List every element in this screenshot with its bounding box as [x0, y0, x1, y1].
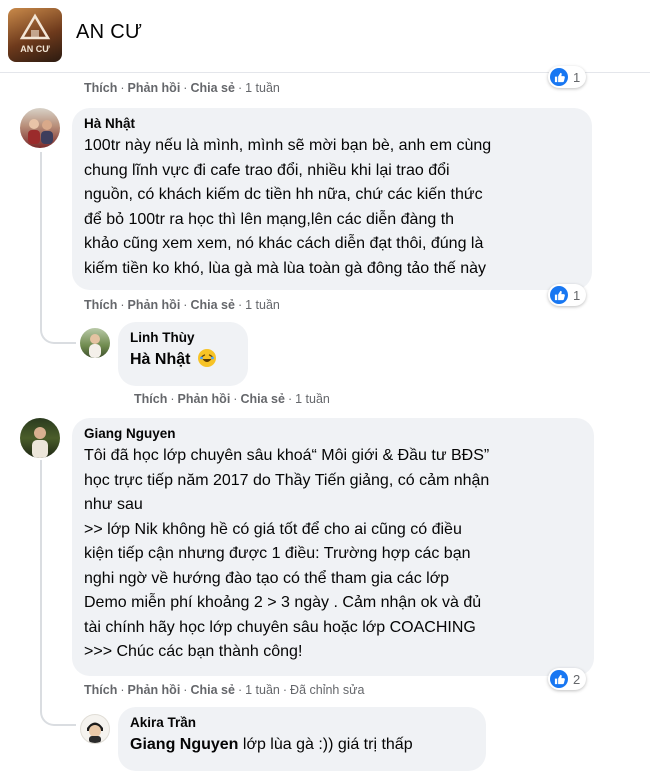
avatar[interactable] — [20, 418, 60, 458]
avatar[interactable] — [80, 714, 110, 744]
thread-line — [40, 460, 42, 710]
page-title[interactable]: AN CƯ — [76, 21, 142, 44]
share-link[interactable]: Chia sẻ — [190, 683, 234, 697]
comment-text: Tôi đã học lớp chuyên sâu khoá“ Môi giới… — [84, 447, 490, 660]
thread-branch — [40, 704, 76, 726]
like-link[interactable]: Thích — [84, 81, 117, 95]
thread-branch — [40, 322, 76, 344]
profile-photo-icon — [89, 334, 101, 358]
share-link[interactable]: Chia sẻ — [190, 298, 234, 312]
comment-bubble: Giang Nguyen Tôi đã học lớp chuyên sâu k… — [72, 418, 594, 676]
reply-link[interactable]: Phản hồi — [128, 298, 181, 312]
profile-photo-icon — [28, 119, 53, 144]
timestamp[interactable]: 1 tuần — [295, 392, 330, 406]
comment-actions: Thích · Phản hồi · Chia sẻ · 1 tuần · Đã chỉnh s… — [84, 683, 365, 697]
comment-text: 100tr này nếu là mình, mình sẽ mời bạn b… — [84, 137, 492, 277]
reaction-badge[interactable]: 2 — [548, 668, 587, 690]
reaction-badge[interactable]: 1 — [548, 66, 587, 88]
reaction-count: 1 — [573, 69, 581, 85]
reply-link[interactable]: Phản hồi — [178, 392, 231, 406]
avatar[interactable] — [20, 108, 60, 148]
reply-actions: Thích · Phản hồi · Chia sẻ · 1 tuần — [134, 392, 330, 406]
mention-link[interactable]: Giang Nguyen — [130, 736, 238, 753]
comment-author[interactable]: Giang Nguyen — [84, 426, 582, 441]
reply-link[interactable]: Phản hồi — [128, 683, 181, 697]
comment-actions: Thích · Phản hồi · Chia sẻ · 1 tuần — [84, 81, 280, 95]
like-link[interactable]: Thích — [84, 683, 117, 697]
reaction-count: 2 — [573, 671, 581, 687]
logo-mark-icon: AN CƯ — [19, 13, 50, 54]
mention-link[interactable]: Hà Nhật — [130, 351, 190, 368]
like-icon — [550, 670, 568, 688]
share-link[interactable]: Chia sẻ — [240, 392, 284, 406]
comment-author[interactable]: Hà Nhật — [84, 116, 580, 131]
edited-label[interactable]: Đã chỉnh sửa — [290, 683, 364, 697]
page-header: AN CƯ AN CƯ — [0, 0, 650, 73]
like-icon — [550, 68, 568, 86]
reply-author[interactable]: Akira Trần — [130, 715, 474, 730]
avatar[interactable] — [80, 328, 110, 358]
laughing-emoji-icon — [197, 349, 216, 367]
like-icon — [550, 286, 568, 304]
like-link[interactable]: Thích — [84, 298, 117, 312]
reply-bubble: Linh Thùy Hà Nhật — [118, 322, 248, 386]
timestamp[interactable]: 1 tuần — [245, 81, 280, 95]
share-link[interactable]: Chia sẻ — [190, 81, 234, 95]
comment-actions: Thích · Phản hồi · Chia sẻ · 1 tuần — [84, 298, 280, 312]
timestamp[interactable]: 1 tuần — [245, 683, 280, 697]
reply-author[interactable]: Linh Thùy — [130, 330, 236, 345]
like-link[interactable]: Thích — [134, 392, 167, 406]
timestamp[interactable]: 1 tuần — [245, 298, 280, 312]
thread-line — [40, 152, 42, 330]
reaction-count: 1 — [573, 287, 581, 303]
reply-bubble: Akira Trần Giang Nguyen lớp lùa gà :)) g… — [118, 707, 486, 771]
profile-photo-icon — [87, 722, 103, 743]
profile-photo-icon — [32, 427, 48, 458]
reply-text: lớp lùa gà :)) giá trị thấp — [238, 736, 413, 753]
logo-text: AN CƯ — [20, 44, 50, 54]
comment-bubble: Hà Nhật 100tr này nếu là mình, mình sẽ m… — [72, 108, 592, 290]
reaction-badge[interactable]: 1 — [548, 284, 587, 306]
reply-link[interactable]: Phản hồi — [128, 81, 181, 95]
page-logo[interactable]: AN CƯ — [8, 8, 62, 62]
